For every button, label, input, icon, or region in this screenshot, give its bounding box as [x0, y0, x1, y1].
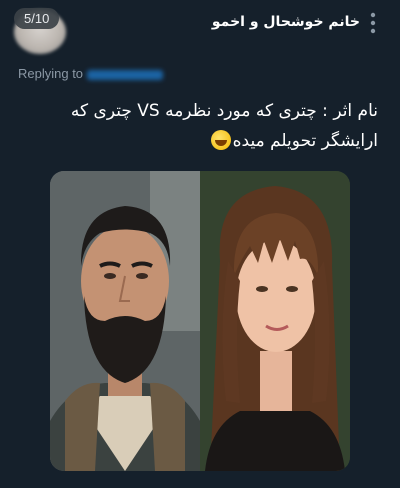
- replying-to-line: Replying to: [18, 66, 164, 81]
- image-counter-badge: 5/10: [14, 8, 60, 29]
- more-options-icon[interactable]: [370, 12, 376, 34]
- tweet-text-line-2-text: ارایشگر تحویلم میده: [232, 131, 378, 151]
- replying-to-label: Replying to: [18, 66, 84, 81]
- tweet-text-line-2: ارایشگر تحویلم میده: [28, 126, 378, 156]
- woman-with-bangs-photo[interactable]: [200, 171, 350, 471]
- grinning-sweat-emoji-icon: [210, 130, 231, 150]
- tweet-text-line-1: نام اثر : چتری که مورد نظرمه VS چتری که: [70, 101, 378, 121]
- bearded-man-photo[interactable]: [50, 171, 200, 471]
- replying-to-handle-blurred[interactable]: [87, 69, 164, 80]
- woman-with-bangs-illustration: [200, 171, 350, 471]
- tweet-media[interactable]: [50, 171, 350, 471]
- display-name[interactable]: خانم خوشحال و اخمو: [212, 14, 360, 30]
- tweet-text: نام اثر : چتری که مورد نظرمه VS چتری که …: [28, 96, 378, 156]
- bearded-man-illustration: [50, 171, 200, 471]
